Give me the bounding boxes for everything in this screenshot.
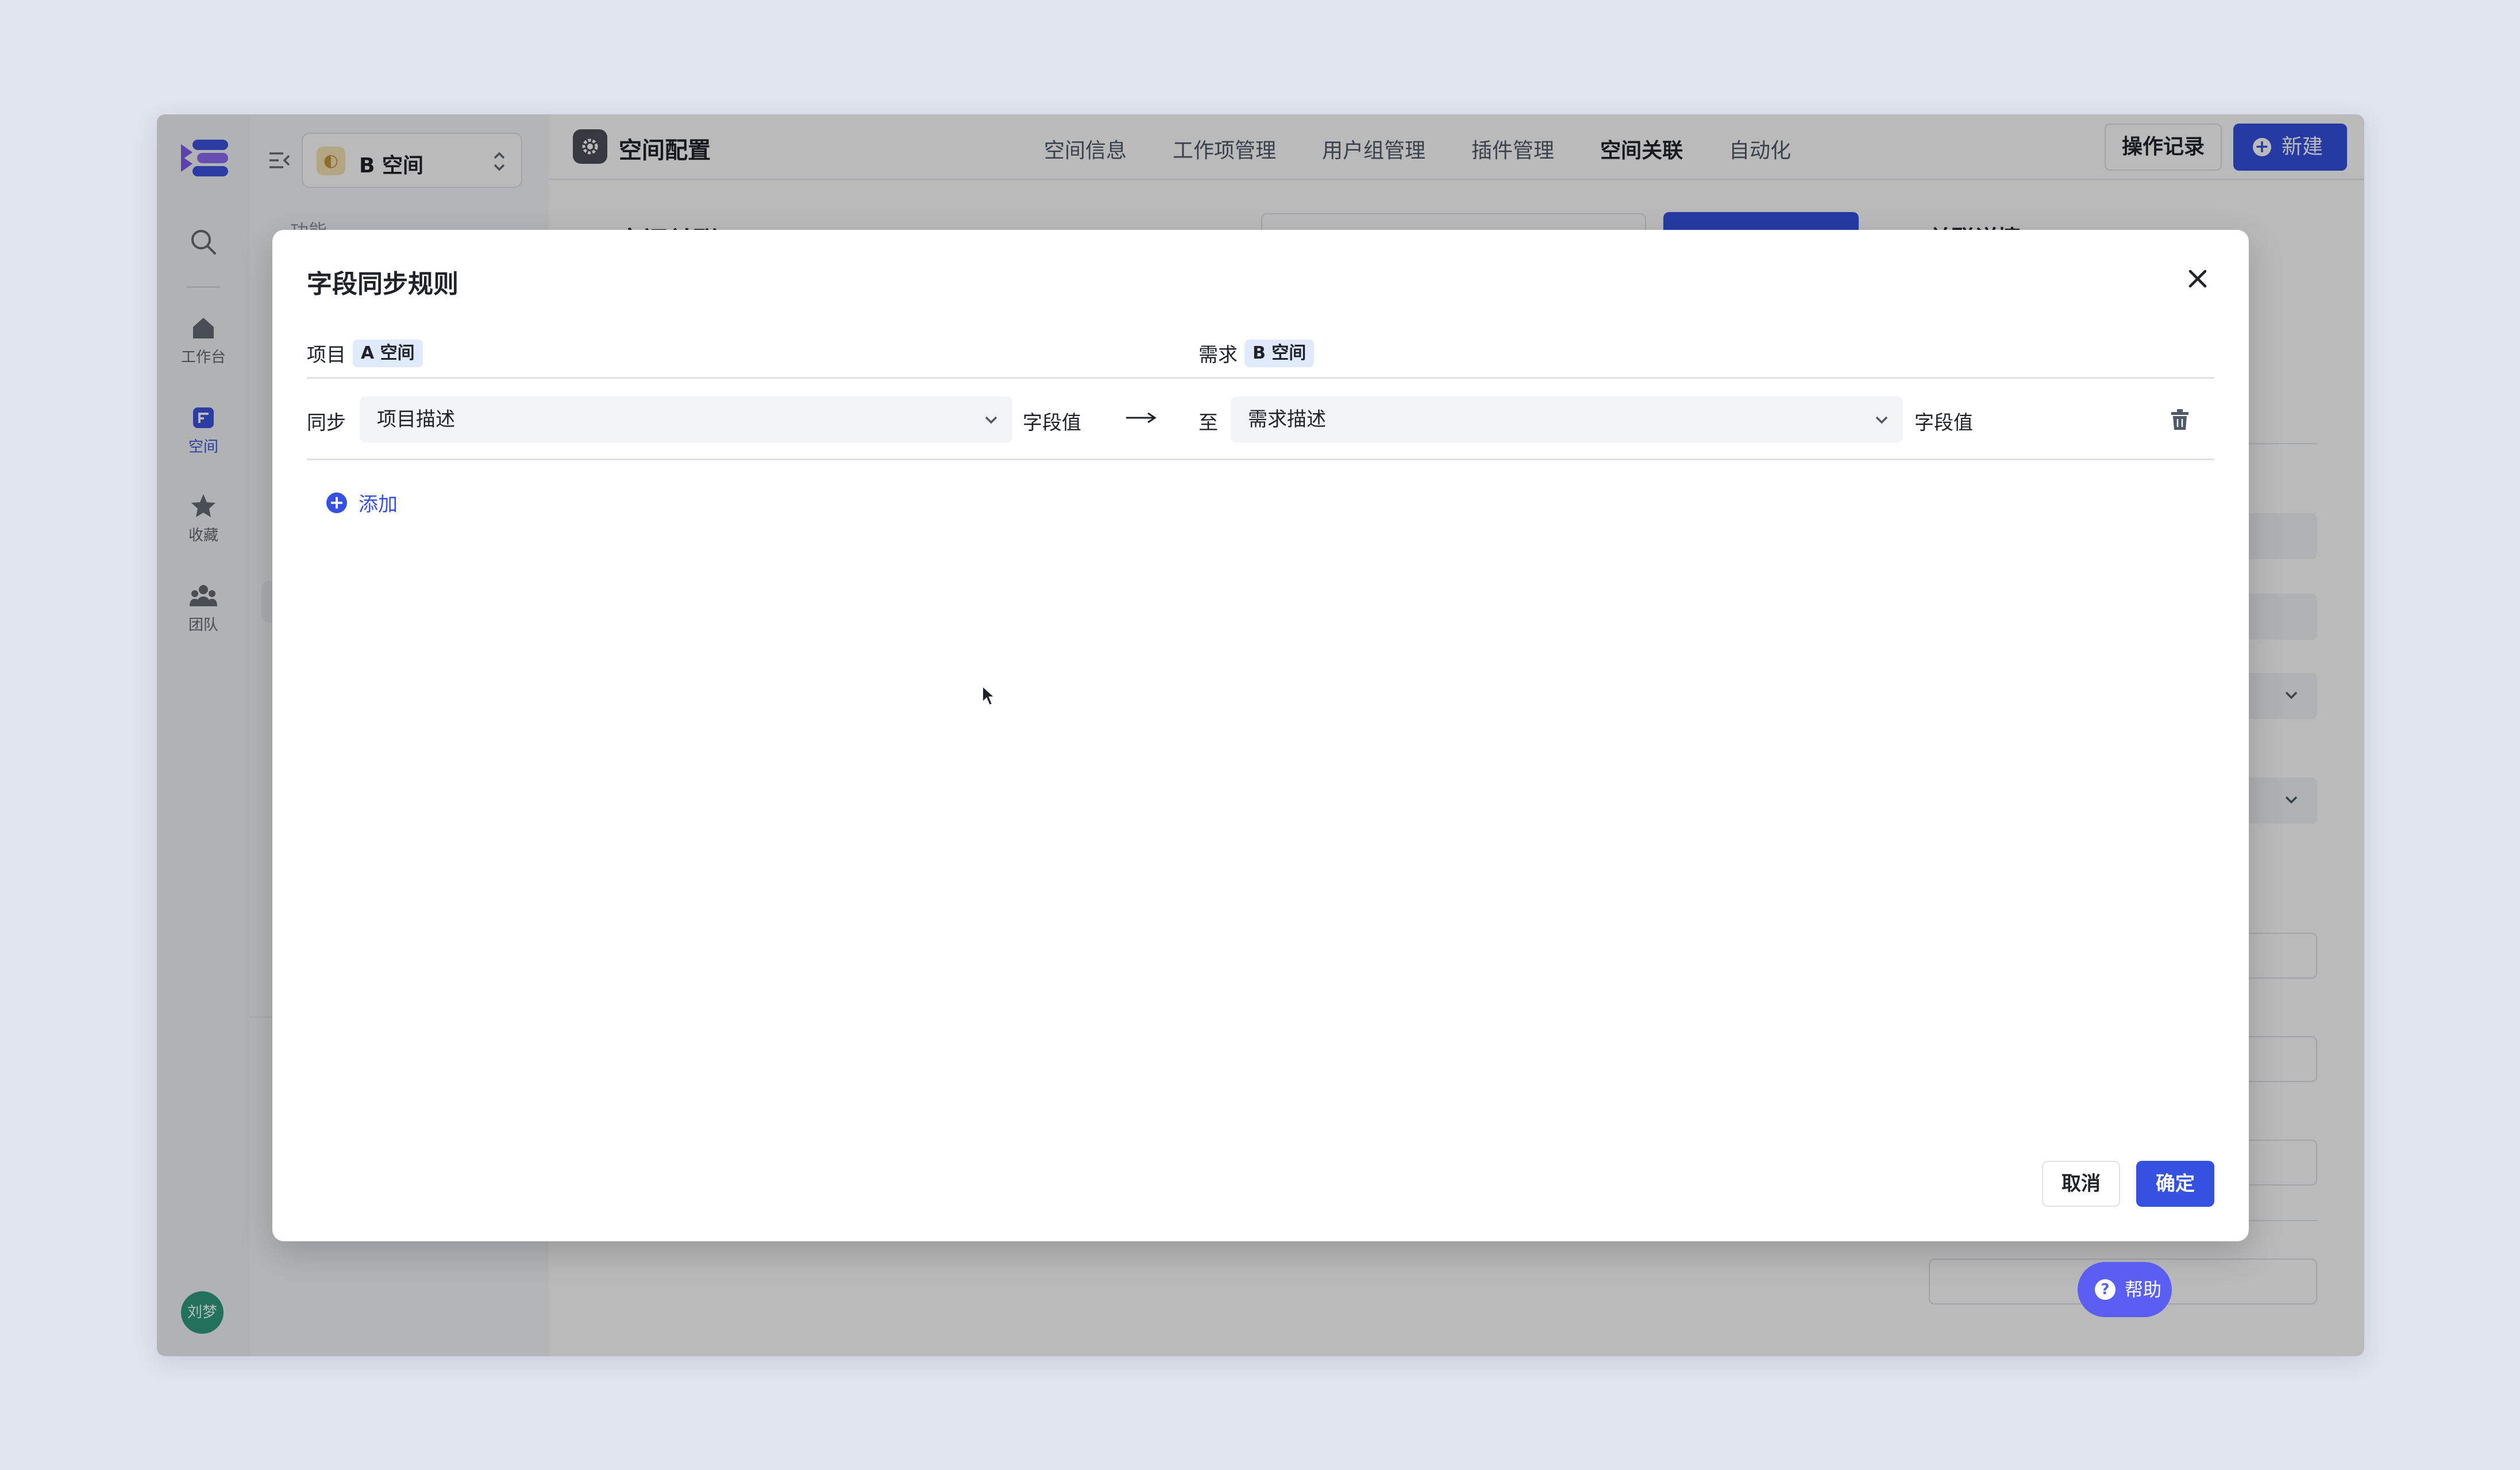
target-field-select[interactable]: 需求描述 bbox=[1231, 397, 1903, 442]
rule-row-divider bbox=[307, 459, 2214, 460]
sync-label: 同步 bbox=[307, 411, 346, 434]
source-header: 项目 A 空间 bbox=[307, 339, 423, 367]
close-icon[interactable] bbox=[2187, 268, 2209, 290]
header-divider bbox=[307, 377, 2214, 379]
source-type-label: 项目 bbox=[307, 344, 346, 367]
plus-circle-icon: + bbox=[326, 492, 347, 513]
target-field-value: 需求描述 bbox=[1248, 408, 1326, 431]
source-space-tag: A 空间 bbox=[353, 339, 423, 367]
target-header: 需求 B 空间 bbox=[1199, 339, 1315, 367]
add-rule-label: 添加 bbox=[359, 493, 398, 516]
to-label: 至 bbox=[1199, 411, 1218, 434]
source-field-select[interactable]: 项目描述 bbox=[360, 397, 1012, 442]
target-type-label: 需求 bbox=[1199, 344, 1238, 367]
modal-title: 字段同步规则 bbox=[307, 270, 458, 299]
target-space-tag: B 空间 bbox=[1244, 339, 1315, 367]
chevron-down-icon bbox=[985, 416, 997, 424]
trash-icon[interactable] bbox=[2170, 408, 2190, 431]
source-field-value: 项目描述 bbox=[377, 408, 455, 431]
target-value-label: 字段值 bbox=[1914, 411, 1973, 434]
source-value-label: 字段值 bbox=[1023, 411, 1081, 434]
arrow-right-icon bbox=[1126, 412, 1157, 424]
help-label: 帮助 bbox=[2125, 1279, 2162, 1300]
help-button[interactable]: ? 帮助 bbox=[2078, 1262, 2172, 1317]
mouse-cursor-icon bbox=[982, 685, 995, 706]
cancel-button[interactable]: 取消 bbox=[2042, 1161, 2120, 1207]
field-sync-modal: 字段同步规则 项目 A 空间 需求 B 空间 同步 项目描述 字段值 至 需求描… bbox=[272, 230, 2249, 1241]
add-rule-button[interactable]: + 添加 bbox=[326, 488, 398, 517]
question-icon: ? bbox=[2095, 1279, 2116, 1300]
chevron-down-icon bbox=[1875, 416, 1888, 424]
confirm-button[interactable]: 确定 bbox=[2136, 1161, 2214, 1207]
